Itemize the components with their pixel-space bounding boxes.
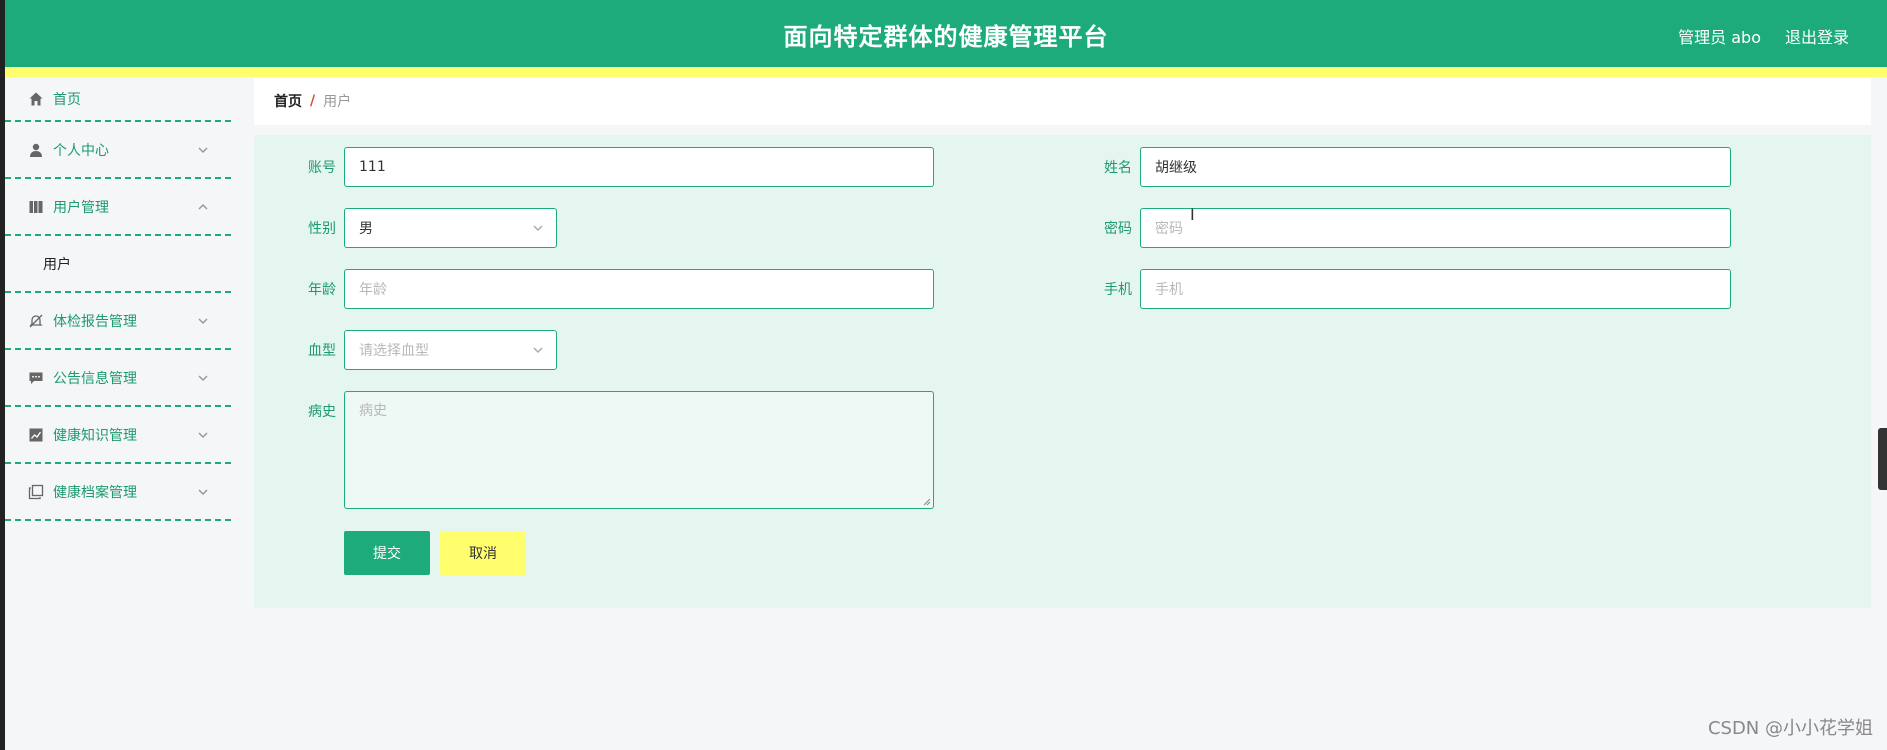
chevron-down-icon xyxy=(532,344,544,356)
sidebar-item-label: 健康知识管理 xyxy=(53,427,137,444)
logout-link[interactable]: 退出登录 xyxy=(1785,24,1849,48)
name-input[interactable]: 胡继级 xyxy=(1140,147,1731,187)
gender-select[interactable]: 男 xyxy=(344,208,557,248)
sidebar-item-label: 健康档案管理 xyxy=(53,484,137,501)
copy-icon xyxy=(27,483,45,501)
account-label: 账号 xyxy=(308,160,336,176)
gender-select-value: 男 xyxy=(359,221,373,237)
text-cursor-icon: I xyxy=(1190,205,1195,224)
sidebar-subitem-user[interactable]: 用户 xyxy=(5,236,231,293)
chevron-down-icon xyxy=(197,429,209,441)
sidebar-item-label: 首页 xyxy=(53,91,81,108)
medical-history-placeholder: 病史 xyxy=(359,403,387,419)
sidebar: 首页 个人中心 用户管理 用户 体检报告管理 公告信息管理 健康知识管理 健康档… xyxy=(5,77,231,750)
breadcrumb-current: 用户 xyxy=(323,94,352,110)
password-label: 密码 xyxy=(1104,221,1132,237)
account-input[interactable]: 111 xyxy=(344,147,934,187)
gender-label: 性别 xyxy=(308,221,336,237)
age-label: 年龄 xyxy=(308,282,336,298)
sidebar-item-home[interactable]: 首页 xyxy=(5,77,231,122)
breadcrumb: 首页 / 用户 xyxy=(254,77,1871,125)
blood-type-placeholder: 请选择血型 xyxy=(359,343,429,359)
sidebar-item-user-management[interactable]: 用户管理 xyxy=(5,179,231,236)
sidebar-item-personal-center[interactable]: 个人中心 xyxy=(5,122,231,179)
blood-type-select[interactable]: 请选择血型 xyxy=(344,330,557,370)
sidebar-item-health-records[interactable]: 健康档案管理 xyxy=(5,464,231,521)
breadcrumb-home[interactable]: 首页 xyxy=(274,91,302,111)
phone-label: 手机 xyxy=(1104,282,1132,298)
scrollbar-tab[interactable] xyxy=(1878,428,1887,490)
blood-type-label: 血型 xyxy=(308,343,336,359)
chart-icon xyxy=(27,426,45,444)
sidebar-item-label: 个人中心 xyxy=(53,142,109,159)
sidebar-item-label: 体检报告管理 xyxy=(53,313,137,330)
age-input[interactable]: 年龄 xyxy=(344,269,934,309)
sidebar-item-health-knowledge[interactable]: 健康知识管理 xyxy=(5,407,231,464)
sidebar-item-label: 公告信息管理 xyxy=(53,370,137,387)
user-form: 账号 111 姓名 胡继级 性别 男 密码 密码 年龄 年龄 手机 手机 血型 … xyxy=(254,135,1871,608)
medical-history-label: 病史 xyxy=(308,404,336,420)
chevron-up-icon xyxy=(197,201,209,213)
sidebar-item-label: 用户管理 xyxy=(53,199,109,216)
phone-input[interactable]: 手机 xyxy=(1140,269,1731,309)
submit-button[interactable]: 提交 xyxy=(344,531,430,575)
watermark: CSDN @小小花学姐 xyxy=(1707,718,1873,739)
chevron-down-icon xyxy=(197,372,209,384)
book-icon xyxy=(27,198,45,216)
chevron-down-icon xyxy=(197,315,209,327)
sidebar-item-announcements[interactable]: 公告信息管理 xyxy=(5,350,231,407)
current-user: 管理员 abo xyxy=(1678,28,1761,47)
bell-off-icon xyxy=(27,312,45,330)
chevron-down-icon xyxy=(197,486,209,498)
cancel-button[interactable]: 取消 xyxy=(440,531,526,575)
chat-icon xyxy=(27,369,45,387)
header-accent-bar xyxy=(5,67,1887,77)
resize-grip-icon[interactable] xyxy=(923,498,931,506)
medical-history-textarea[interactable]: 病史 xyxy=(344,391,934,509)
top-header: 面向特定群体的健康管理平台 管理员 abo 退出登录 xyxy=(5,0,1887,67)
name-label: 姓名 xyxy=(1104,160,1132,176)
chevron-down-icon xyxy=(532,222,544,234)
app-title: 面向特定群体的健康管理平台 xyxy=(783,23,1109,51)
user-icon xyxy=(27,141,45,159)
home-icon xyxy=(27,90,45,108)
breadcrumb-separator: / xyxy=(310,93,316,109)
sidebar-item-checkup-reports[interactable]: 体检报告管理 xyxy=(5,293,231,350)
password-input[interactable]: 密码 xyxy=(1140,208,1731,248)
chevron-down-icon xyxy=(197,144,209,156)
